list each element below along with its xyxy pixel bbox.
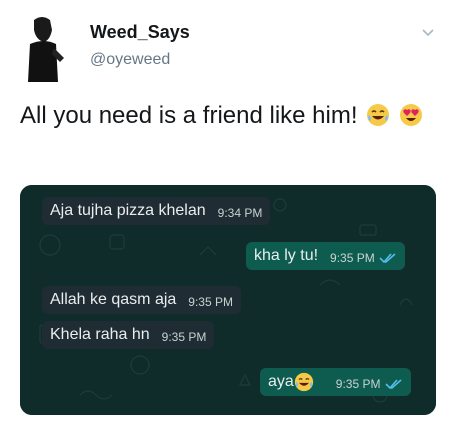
message-time: 9:35 PM (188, 295, 233, 309)
chat-message-incoming[interactable]: Khela raha hn 9:35 PM (42, 321, 215, 349)
read-receipt-ticks-icon (384, 379, 402, 390)
tweet-text-content: All you need is a friend like him! (20, 102, 358, 129)
message-time: 9:35 PM (335, 377, 381, 391)
message-time: 9:34 PM (217, 206, 263, 220)
user-handle[interactable]: @oyeweed (90, 51, 170, 69)
chat-message-outgoing[interactable]: kha ly tu! 9:35 PM (246, 242, 405, 270)
message-text: aya (268, 373, 294, 390)
tears-of-joy-emoji-icon (367, 104, 390, 126)
message-time: 9:35 PM (161, 330, 207, 344)
tweet-text: All you need is a friend like him! (20, 99, 440, 133)
tears-of-joy-emoji-icon (294, 372, 313, 392)
read-receipt-ticks-icon (379, 253, 396, 264)
message-text: kha ly tu! (254, 247, 319, 264)
chat-message-incoming[interactable]: Allah ke qasm aja 9:35 PM (42, 286, 241, 314)
chat-message-incoming[interactable]: Aja tujha pizza khelan 9:34 PM (42, 197, 271, 225)
tweet-card: Weed_Says @oyeweed All you need is a fri… (0, 0, 450, 429)
chevron-down-icon[interactable] (420, 24, 436, 40)
message-text: Allah ke qasm aja (50, 291, 177, 308)
heart-eyes-emoji-icon (399, 104, 422, 126)
message-text: Khela raha hn (50, 326, 150, 343)
message-text: Aja tujha pizza khelan (50, 202, 206, 219)
avatar[interactable] (20, 12, 70, 82)
chat-message-outgoing[interactable]: aya 9:35 PM (260, 368, 411, 396)
chat-screenshot: Aja tujha pizza khelan 9:34 PM kha ly tu… (20, 185, 436, 415)
display-name[interactable]: Weed_Says (90, 22, 190, 43)
avatar-image (20, 12, 70, 82)
message-time: 9:35 PM (330, 251, 375, 265)
